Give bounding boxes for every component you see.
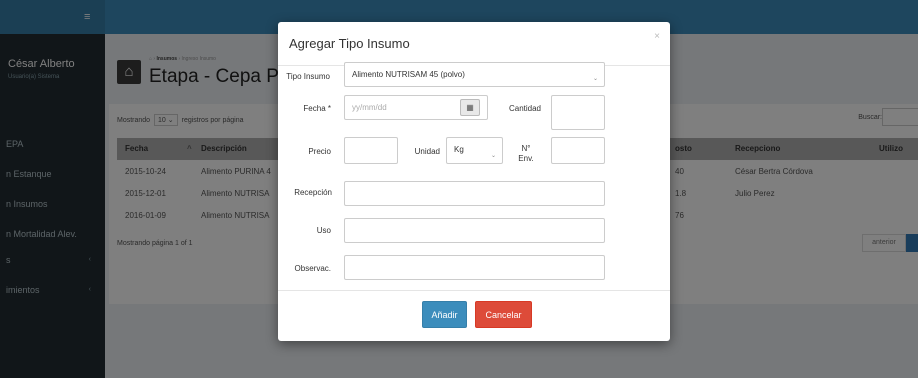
uso-label: Uso [316, 226, 331, 235]
modal-footer: Añadir Cancelar [278, 290, 670, 341]
chevron-down-icon: ⌄ [490, 153, 496, 159]
cantidad-input[interactable] [551, 95, 605, 130]
fecha-placeholder: yy/mm/dd [352, 103, 387, 112]
chevron-down-icon: ⌄ [592, 76, 598, 82]
cancel-button[interactable]: Cancelar [475, 301, 532, 328]
observac-input[interactable] [344, 255, 605, 280]
calendar-icon[interactable]: ▦ [460, 99, 480, 116]
add-button[interactable]: Añadir [422, 301, 467, 328]
tipo-insumo-select[interactable]: Alimento NUTRISAM 45 (polvo) ⌄ [344, 62, 605, 87]
close-icon[interactable]: × [654, 31, 660, 42]
precio-input[interactable] [344, 137, 398, 164]
uso-input[interactable] [344, 218, 605, 243]
tipo-insumo-label: Tipo Insumo [286, 72, 330, 81]
precio-label: Precio [308, 147, 331, 156]
n-env-input[interactable] [551, 137, 605, 164]
observac-label: Observac. [294, 264, 331, 273]
n-env-label-line2: Env. [518, 154, 534, 163]
n-env-label-line1: N° [521, 144, 531, 153]
n-env-label: N° Env. [510, 144, 542, 164]
add-insumo-modal: Agregar Tipo Insumo × Tipo Insumo Alimen… [278, 22, 670, 341]
unidad-value: Kg [454, 145, 464, 154]
unidad-label: Unidad [414, 147, 440, 156]
fecha-label: Fecha * [303, 104, 331, 113]
cantidad-label: Cantidad [508, 104, 541, 113]
modal-title: Agregar Tipo Insumo [289, 36, 410, 51]
modal-header: Agregar Tipo Insumo × [278, 22, 670, 66]
tipo-insumo-value: Alimento NUTRISAM 45 (polvo) [352, 70, 465, 79]
unidad-select[interactable]: Kg ⌄ [446, 137, 503, 164]
recepcion-label: Recepción [294, 188, 332, 197]
recepcion-input[interactable] [344, 181, 605, 206]
